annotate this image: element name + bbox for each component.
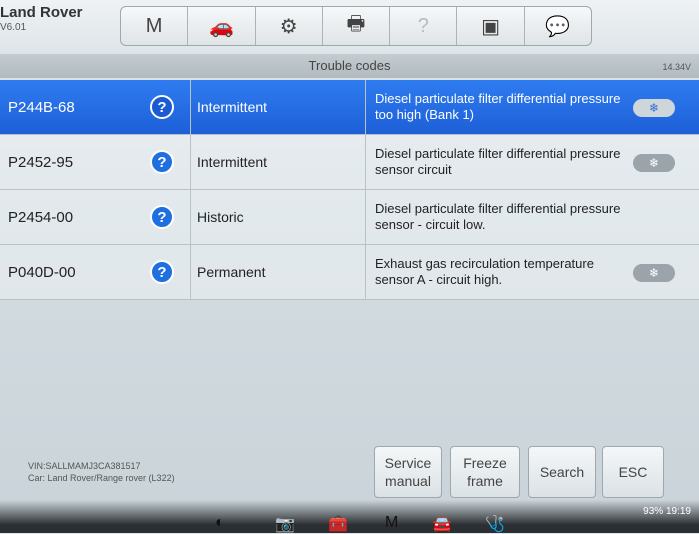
dtc-code: P2452-95 — [8, 153, 74, 171]
dtc-description: Exhaust gas recirculation temperature se… — [375, 256, 594, 287]
question-icon[interactable]: ? — [150, 95, 174, 119]
save-icon[interactable]: ▣ — [457, 7, 525, 45]
dtc-status: Intermittent — [197, 99, 268, 115]
messages-icon[interactable]: 💬 — [525, 7, 591, 45]
snowflake-icon[interactable]: ❄ — [633, 99, 675, 117]
section-titlebar: Trouble codes 14.34V — [0, 54, 699, 78]
dtc-description: Diesel particulate filter differential p… — [375, 201, 621, 232]
column-divider — [190, 190, 191, 244]
dtc-description: Diesel particulate filter differential p… — [375, 146, 621, 177]
help-icon: ? — [390, 7, 458, 45]
question-icon[interactable]: ? — [150, 260, 174, 284]
column-divider — [190, 135, 191, 189]
clock: 19:19 — [665, 506, 691, 517]
question-icon[interactable]: ? — [150, 205, 174, 229]
freeze-frame-button[interactable]: Freeze frame — [450, 446, 520, 498]
dtc-status: Intermittent — [197, 154, 268, 170]
diagnostics-icon[interactable]: 🩺 — [485, 514, 505, 534]
home-icon[interactable]: M — [121, 7, 189, 45]
dtc-description: Diesel particulate filter differential p… — [375, 91, 621, 122]
esc-button[interactable]: ESC — [602, 446, 664, 498]
tools-icon[interactable]: 🧰 — [328, 514, 348, 534]
dtc-code: P040D-00 — [8, 263, 76, 281]
camera-icon[interactable]: 📷 — [275, 514, 295, 534]
settings-icon[interactable]: ⚙ — [256, 7, 323, 45]
page-title: Trouble codes — [308, 58, 391, 73]
service-manual-button[interactable]: Service manual — [374, 446, 442, 498]
dtc-code: P244B-68 — [8, 98, 75, 116]
question-icon[interactable]: ? — [150, 150, 174, 174]
voltage-readout: 14.34V — [662, 62, 691, 72]
dtc-status: Historic — [197, 209, 244, 225]
vehicle-info: VIN:SALLMAMJ3CA381517 Car: Land Rover/Ra… — [28, 460, 175, 484]
table-row[interactable]: P2454-00 ? Historic Diesel particulate f… — [0, 190, 699, 245]
vehicle-swap-icon[interactable]: 🚗 — [188, 7, 256, 45]
column-divider — [190, 245, 191, 299]
system-statusbar: ◐ 📷 🧰 M 🚘 🩺 93% 19:19 — [0, 500, 699, 533]
table-row[interactable]: P244B-68 ? Intermittent Diesel particula… — [0, 80, 699, 135]
column-divider — [190, 80, 191, 134]
brand: Land Rover V6.01 — [0, 4, 110, 33]
snowflake-icon[interactable]: ❄ — [633, 264, 675, 282]
battery-level: 93% — [643, 506, 664, 517]
header: Land Rover V6.01 M 🚗 ⚙ 🖶 ? ▣ 💬 — [0, 0, 699, 52]
snowflake-icon[interactable]: ❄ — [633, 154, 675, 172]
car-label: Car: Land Rover/Range rover (L322) — [28, 473, 175, 483]
dtc-status: Permanent — [197, 264, 266, 280]
column-divider — [365, 80, 366, 134]
trouble-code-list: P244B-68 ? Intermittent Diesel particula… — [0, 80, 699, 300]
battery-clock: 93% 19:19 — [643, 506, 691, 517]
home-nav-icon[interactable]: M — [385, 514, 398, 532]
vin-label: VIN:SALLMAMJ3CA381517 — [28, 461, 141, 471]
column-divider — [365, 135, 366, 189]
dtc-code: P2454-00 — [8, 208, 74, 226]
app-title: Land Rover — [0, 4, 83, 21]
vehicle-icon[interactable]: 🚘 — [432, 514, 452, 534]
table-row[interactable]: P040D-00 ? Permanent Exhaust gas recircu… — [0, 245, 699, 300]
search-button[interactable]: Search — [528, 446, 596, 498]
toolbar: M 🚗 ⚙ 🖶 ? ▣ 💬 — [120, 6, 592, 46]
print-icon[interactable]: 🖶 — [323, 7, 391, 45]
table-row[interactable]: P2452-95 ? Intermittent Diesel particula… — [0, 135, 699, 190]
app-version: V6.01 — [0, 22, 27, 33]
back-nav-icon[interactable]: ◐ — [215, 514, 225, 532]
column-divider — [365, 245, 366, 299]
column-divider — [365, 190, 366, 244]
